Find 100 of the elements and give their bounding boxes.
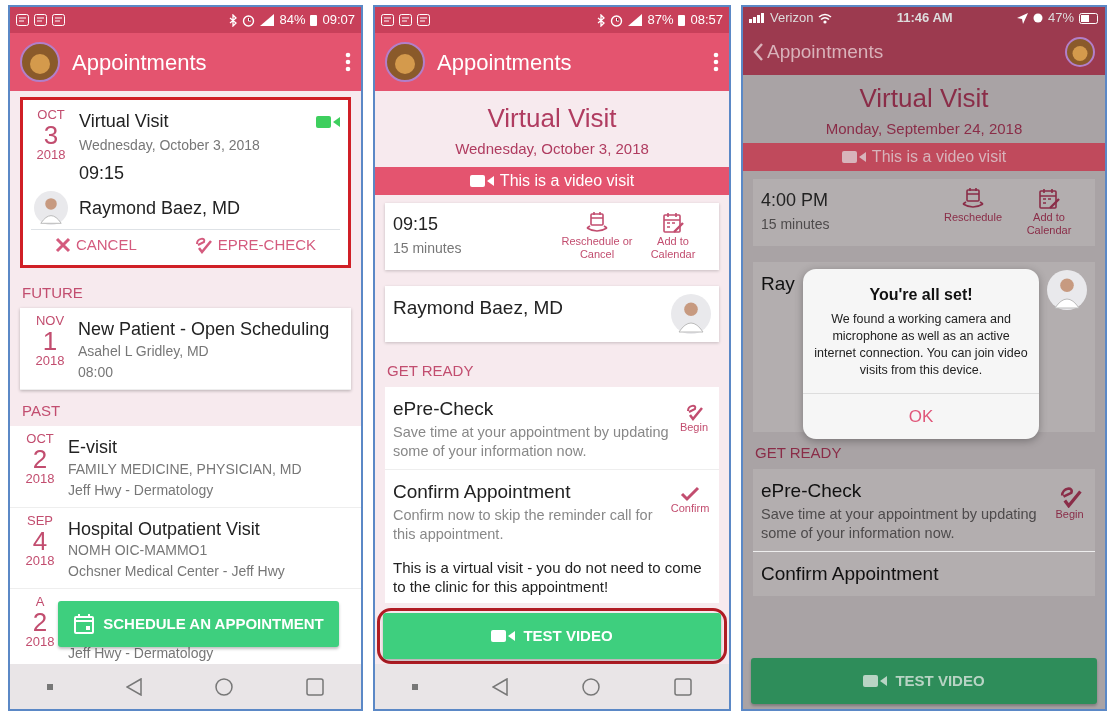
provider-name: Raymond Baez, MD	[393, 296, 563, 320]
calendar-pencil-icon	[1037, 186, 1061, 211]
section-heading: PAST	[21, 400, 62, 421]
begin-button[interactable]: Begin	[676, 394, 711, 461]
appointment-date: Wednesday, October 3, 2018	[79, 136, 261, 155]
confirm-row[interactable]: Confirm Appointment	[753, 551, 1095, 597]
battery-icon	[678, 14, 686, 26]
video-visit-notice: This is a video visit	[499, 170, 635, 191]
month-label: OCT	[25, 432, 55, 447]
appointment-detail: 08:00	[78, 362, 115, 382]
back-icon[interactable]	[125, 677, 142, 696]
avatar[interactable]	[1065, 37, 1095, 67]
calendar-arrows-icon	[961, 186, 985, 211]
year-label: 2018	[35, 148, 67, 163]
reschedule-button[interactable]: Reschedule or Cancel	[559, 210, 635, 262]
confirm-button[interactable]: Confirm	[669, 477, 711, 544]
dialog-title: You're all set!	[868, 285, 974, 305]
menu-icon[interactable]	[713, 52, 719, 72]
reschedule-button[interactable]: Reschedule	[935, 186, 1011, 238]
precheck-row[interactable]: ePre-Check Save time at your appointment by updating some of your information now. Begin	[385, 386, 719, 470]
video-visit-notice: This is a video visit	[871, 146, 1007, 167]
video-camera-icon	[863, 674, 888, 688]
signal-icon	[628, 14, 643, 26]
appointment-detail: NOMH OIC-MAMMO1	[68, 541, 209, 560]
doctor-avatar	[671, 294, 711, 334]
notification-icon	[52, 14, 65, 26]
appointment-detail: Jeff Hwy - Dermatology	[68, 644, 215, 663]
task-title: Confirm Appointment	[393, 479, 572, 504]
section-heading: FUTURE	[21, 282, 84, 303]
battery-icon	[1079, 12, 1099, 24]
add-to-calendar-button[interactable]: Add to Calendar	[1011, 186, 1087, 238]
video-camera-icon	[491, 629, 516, 643]
provider-name: Ray	[761, 272, 795, 296]
notification-icon	[16, 14, 29, 26]
visit-title: Virtual Visit	[486, 102, 618, 135]
video-camera-icon	[841, 149, 866, 164]
battery-level: 87%	[647, 11, 674, 30]
screen-title: Appointments	[437, 48, 573, 77]
duration-label: 15 minutes	[761, 214, 831, 234]
section-heading: GET READY	[386, 361, 475, 381]
signal-icon	[260, 14, 275, 26]
appointment-detail: Asahel L Gridley, MD	[78, 341, 210, 361]
task-title: Confirm Appointment	[761, 561, 940, 586]
virtual-visit-note: This is a virtual visit - you do not need to come to the clinic for this appointment!	[385, 551, 719, 603]
appointment-time: 4:00 PM	[761, 188, 830, 212]
video-camera-icon	[469, 173, 494, 188]
avatar[interactable]	[385, 42, 425, 82]
home-icon[interactable]	[215, 677, 234, 696]
notification-icon	[34, 14, 47, 26]
cancel-button[interactable]: CANCEL	[50, 230, 141, 261]
doctor-avatar	[34, 191, 68, 225]
task-description: Save time at your appointment by updating some of your information now.	[393, 423, 670, 461]
recents-icon[interactable]	[306, 677, 325, 696]
appointment-detail: Ochsner Medical Center - Jeff Hwy	[68, 562, 286, 581]
wifi-icon	[818, 12, 833, 24]
appointment-title: New Patient - Open Scheduling	[78, 318, 331, 341]
clock: 08:57	[690, 11, 723, 30]
ok-button[interactable]: OK	[803, 392, 1039, 439]
chevron-left-icon	[753, 42, 763, 62]
notification-icon	[399, 14, 412, 26]
appointment-detail: FAMILY MEDICINE, PHYSICIAN, MD	[68, 459, 303, 479]
year-label: 2018	[24, 472, 56, 487]
checkmark-icon	[680, 485, 701, 502]
location-icon	[1017, 12, 1028, 24]
day-number: 1	[42, 328, 58, 355]
screen-title: Appointments	[72, 48, 208, 77]
begin-button[interactable]: Begin	[1052, 476, 1087, 543]
dialog-message: We found a working camera and microphone as well as an active internet connection. You can join video visits from this device.	[813, 311, 1029, 379]
section-heading: GET READY	[754, 443, 843, 463]
month-label: SEP	[26, 513, 54, 528]
day-number: 3	[43, 122, 59, 149]
bluetooth-icon	[597, 13, 606, 27]
menu-icon[interactable]	[345, 52, 351, 72]
month-label: NOV	[34, 314, 66, 329]
close-icon	[54, 237, 71, 254]
task-title: ePre-Check	[761, 478, 863, 503]
alarm-icon	[1033, 13, 1043, 23]
month-label: OCT	[36, 108, 66, 123]
avatar[interactable]	[20, 42, 60, 82]
test-video-button[interactable]: TEST VIDEO	[751, 658, 1097, 704]
visit-title: Virtual Visit	[858, 82, 990, 115]
appointment-title: Hospital Outpatient Visit	[68, 517, 261, 540]
provider-name: Raymond Baez, MD	[79, 196, 241, 220]
calendar-arrows-icon	[585, 210, 609, 235]
add-to-calendar-button[interactable]: Add to Calendar	[635, 210, 711, 262]
clock: 09:07	[322, 11, 355, 30]
epre-check-button[interactable]: EPRE-CHECK	[188, 230, 321, 261]
precheck-row[interactable]: ePre-Check Save time at your appointment by updating some of your information now. Begin	[753, 468, 1095, 552]
signal-icon	[749, 13, 765, 23]
year-label: 2018	[34, 354, 66, 369]
notification-icon	[417, 14, 430, 26]
recents-icon[interactable]	[674, 677, 692, 696]
visit-date: Wednesday, October 3, 2018	[454, 139, 650, 159]
confirm-row[interactable]: Confirm Appointment Confirm now to skip the reminder call for this appointment. Confirm	[385, 469, 719, 552]
appointment-title: E-visit	[68, 436, 118, 459]
doctor-avatar	[1047, 270, 1087, 310]
appointment-time: 09:15	[393, 212, 440, 236]
home-icon[interactable]	[582, 677, 600, 696]
day-number: 4	[31, 527, 49, 554]
back-icon[interactable]	[492, 677, 508, 696]
